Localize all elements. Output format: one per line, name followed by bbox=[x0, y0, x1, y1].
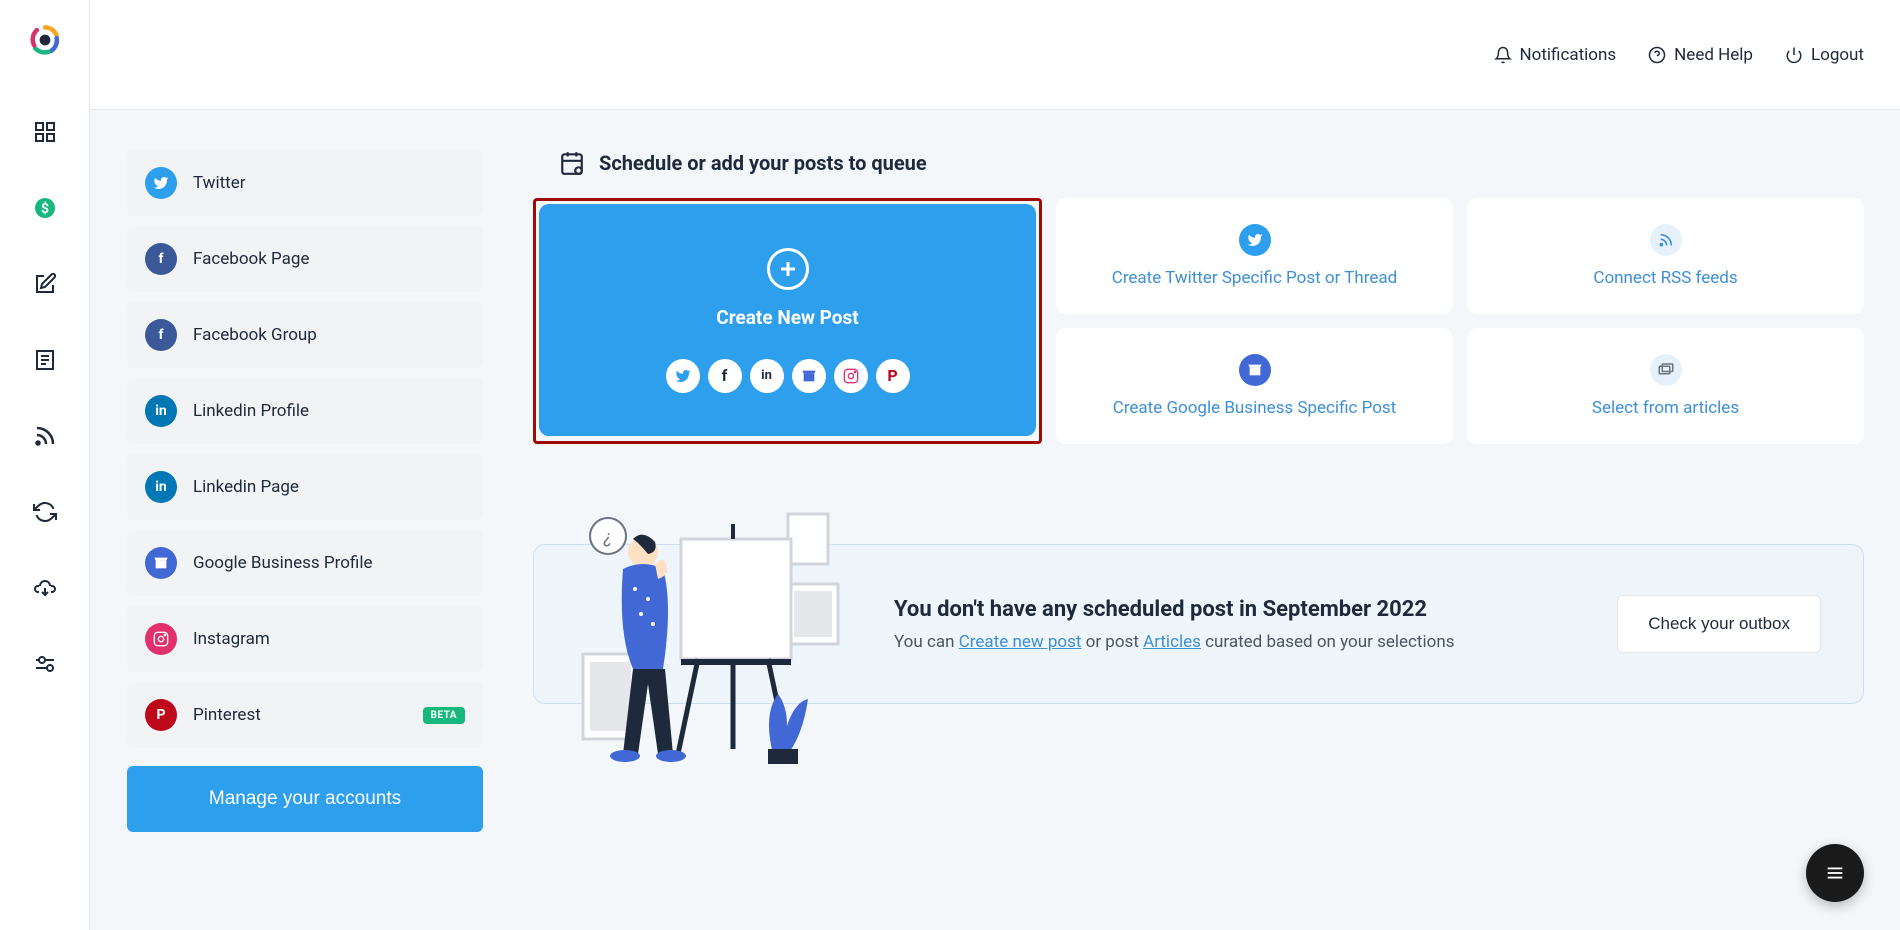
section-title: Schedule or add your posts to queue bbox=[559, 150, 1864, 176]
notifications-link[interactable]: Notifications bbox=[1494, 45, 1617, 65]
nav-download[interactable] bbox=[31, 574, 59, 602]
twitter-icon bbox=[145, 167, 177, 199]
beta-badge: BETA bbox=[423, 707, 466, 724]
empty-state-zone: ¿ You don't have any scheduled post in S… bbox=[533, 544, 1864, 704]
nav-compose[interactable] bbox=[31, 270, 59, 298]
twitter-icon bbox=[1239, 224, 1271, 256]
nav-pricing[interactable]: $ bbox=[31, 194, 59, 222]
connect-rss-card[interactable]: Connect RSS feeds bbox=[1467, 198, 1864, 314]
notifications-label: Notifications bbox=[1520, 45, 1617, 65]
platform-instagram-icon bbox=[834, 359, 868, 393]
empty-illustration: ¿ bbox=[563, 504, 873, 804]
facebook-icon: f bbox=[145, 319, 177, 351]
rss-icon bbox=[1650, 224, 1682, 256]
cards-wrap: Create New Post f in P Create Twitter Sp… bbox=[533, 198, 1864, 444]
card-label: Select from articles bbox=[1592, 398, 1739, 418]
account-label: Instagram bbox=[193, 629, 270, 649]
create-gb-post-card[interactable]: Create Google Business Specific Post bbox=[1056, 328, 1453, 444]
articles-icon bbox=[1650, 354, 1682, 386]
platform-linkedin-icon: in bbox=[750, 359, 784, 393]
google-business-icon bbox=[145, 547, 177, 579]
logout-label: Logout bbox=[1811, 45, 1864, 65]
empty-title: You don't have any scheduled post in Sep… bbox=[894, 597, 1455, 622]
linkedin-icon: in bbox=[145, 471, 177, 503]
svg-text:$: $ bbox=[40, 200, 48, 217]
create-twitter-post-card[interactable]: Create Twitter Specific Post or Thread bbox=[1056, 198, 1453, 314]
linkedin-icon: in bbox=[145, 395, 177, 427]
header: Notifications Need Help Logout bbox=[90, 0, 1900, 110]
account-label: Facebook Group bbox=[193, 325, 317, 345]
account-twitter[interactable]: Twitter bbox=[127, 150, 483, 216]
account-google-business[interactable]: Google Business Profile bbox=[127, 530, 483, 596]
create-new-post-title: Create New Post bbox=[716, 306, 858, 329]
nav-rail: $ bbox=[0, 0, 90, 930]
nav-rss[interactable] bbox=[31, 422, 59, 450]
account-label: Google Business Profile bbox=[193, 553, 373, 573]
nav-recycle[interactable] bbox=[31, 498, 59, 526]
platform-facebook-icon: f bbox=[708, 359, 742, 393]
account-label: Facebook Page bbox=[193, 249, 310, 269]
create-new-post-link[interactable]: Create new post bbox=[959, 632, 1082, 652]
facebook-icon: f bbox=[145, 243, 177, 275]
account-facebook-page[interactable]: f Facebook Page bbox=[127, 226, 483, 292]
account-label: Linkedin Profile bbox=[193, 401, 309, 421]
articles-link[interactable]: Articles bbox=[1143, 632, 1201, 652]
plus-icon bbox=[767, 248, 809, 290]
calendar-icon bbox=[559, 150, 585, 176]
help-label: Need Help bbox=[1674, 45, 1753, 65]
app-logo bbox=[27, 22, 63, 58]
content: Schedule or add your posts to queue Crea… bbox=[533, 150, 1864, 704]
account-label: Twitter bbox=[193, 173, 245, 193]
svg-text:¿: ¿ bbox=[603, 527, 612, 548]
nav-settings[interactable] bbox=[31, 650, 59, 678]
logout-link[interactable]: Logout bbox=[1785, 45, 1864, 65]
section-title-text: Schedule or add your posts to queue bbox=[599, 151, 927, 175]
account-label: Linkedin Page bbox=[193, 477, 299, 497]
nav-dashboard[interactable] bbox=[31, 118, 59, 146]
highlighted-frame: Create New Post f in P bbox=[533, 198, 1042, 444]
card-label: Create Google Business Specific Post bbox=[1113, 398, 1397, 418]
platform-google-business-icon bbox=[792, 359, 826, 393]
platform-twitter-icon bbox=[666, 359, 700, 393]
help-link[interactable]: Need Help bbox=[1648, 45, 1753, 65]
manage-accounts-button[interactable]: Manage your accounts bbox=[127, 766, 483, 832]
nav-articles[interactable] bbox=[31, 346, 59, 374]
platform-pinterest-icon: P bbox=[876, 359, 910, 393]
select-articles-card[interactable]: Select from articles bbox=[1467, 328, 1864, 444]
account-label: Pinterest bbox=[193, 705, 261, 725]
small-cards-grid: Create Twitter Specific Post or Thread C… bbox=[1056, 198, 1864, 444]
account-facebook-group[interactable]: f Facebook Group bbox=[127, 302, 483, 368]
create-new-post-card[interactable]: Create New Post f in P bbox=[539, 204, 1036, 436]
empty-subtitle: You can Create new post or post Articles… bbox=[894, 632, 1455, 652]
pinterest-icon: P bbox=[145, 699, 177, 731]
bell-icon bbox=[1494, 46, 1512, 64]
instagram-icon bbox=[145, 623, 177, 655]
check-outbox-button[interactable]: Check your outbox bbox=[1617, 595, 1821, 653]
google-business-icon bbox=[1239, 354, 1271, 386]
accounts-sidebar: Twitter f Facebook Page f Facebook Group i… bbox=[127, 150, 483, 832]
help-icon bbox=[1648, 46, 1666, 64]
card-label: Create Twitter Specific Post or Thread bbox=[1112, 268, 1397, 288]
card-label: Connect RSS feeds bbox=[1593, 268, 1737, 288]
account-instagram[interactable]: Instagram bbox=[127, 606, 483, 672]
fab-menu-button[interactable] bbox=[1806, 844, 1864, 902]
platform-icons: f in P bbox=[666, 359, 910, 393]
menu-icon bbox=[1824, 862, 1846, 884]
account-pinterest[interactable]: P Pinterest BETA bbox=[127, 682, 483, 748]
power-icon bbox=[1785, 46, 1803, 64]
account-linkedin-profile[interactable]: in Linkedin Profile bbox=[127, 378, 483, 444]
account-linkedin-page[interactable]: in Linkedin Page bbox=[127, 454, 483, 520]
